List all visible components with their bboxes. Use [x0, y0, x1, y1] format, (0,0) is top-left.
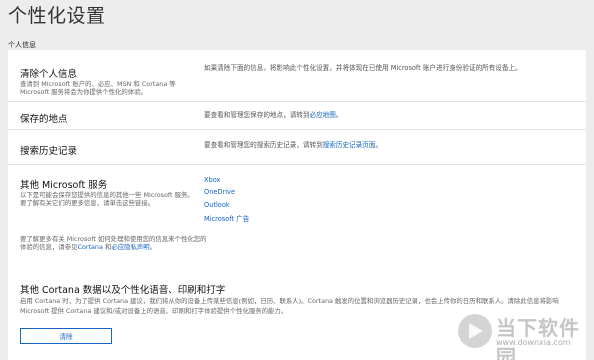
page-title: 个性化设置: [8, 5, 106, 27]
watermark-url: www.downxia.com: [496, 338, 571, 347]
play-logo-icon: [458, 314, 492, 348]
cortana-link[interactable]: Cortana: [78, 243, 103, 251]
saved-places-note: 要查看和管理您保存的地点，请转到必应地图。: [204, 111, 342, 120]
clear-button[interactable]: 清除: [20, 328, 112, 344]
clear-info-title: 清除个人信息: [20, 69, 78, 80]
search-history-link[interactable]: 搜索历史记录页面: [323, 141, 376, 149]
watermark-brand: 当下软件园: [496, 316, 580, 360]
saved-places-prefix: 要查看和管理您保存的地点，请转到: [204, 111, 310, 119]
clear-info-note: 如果清除下面的信息，将影响此个性化设置，并将体现在已使用 Microsoft 账…: [204, 64, 522, 72]
bing-privacy-link[interactable]: 必应隐私声明: [111, 243, 149, 251]
saved-places-title: 保存的地点: [20, 114, 68, 125]
section-label: 个人信息: [8, 41, 36, 49]
xbox-link[interactable]: Xbox: [204, 176, 220, 184]
clear-info-desc: 查清到 Microsoft 账户的、必应、MSN 和 Cortana 等 Mic…: [20, 80, 176, 96]
clear-info-row: 清除个人信息 查清到 Microsoft 账户的、必应、MSN 和 Cortan…: [8, 50, 586, 102]
saved-places-suffix: 。: [335, 111, 343, 119]
site-watermark: 当下软件园 www.downxia.com: [456, 292, 588, 360]
other-services-title: 其他 Microsoft 服务: [20, 180, 108, 191]
cortana-data-title: 其他 Cortana 数据以及个性化语音、印刷和打字: [20, 285, 226, 296]
search-history-note: 要查看和管理您的搜索历史记录，请转到搜索历史记录页面。: [204, 141, 382, 150]
microsoft-ads-link[interactable]: Microsoft 广告: [204, 213, 249, 223]
privacy-note: 要了解更多有关 Microsoft 如何处理和使用您的信息来个性化您的体验的信息…: [20, 235, 208, 251]
search-history-title: 搜索历史记录: [20, 146, 78, 157]
onedrive-link[interactable]: OneDrive: [204, 188, 235, 196]
privacy-note-suffix: 。: [149, 243, 157, 251]
search-history-suffix: 。: [375, 141, 383, 149]
search-history-prefix: 要查看和管理您的搜索历史记录，请转到: [204, 141, 323, 149]
outlook-link[interactable]: Outlook: [204, 201, 230, 209]
search-history-row: 搜索历史记录 要查看和管理您的搜索历史记录，请转到搜索历史记录页面。: [8, 130, 586, 165]
saved-places-row: 保存的地点 要查看和管理您保存的地点，请转到必应地图。: [8, 102, 586, 130]
other-services-desc: 以下是可能会保存您提供的信息的其他一些 Microsoft 服务。要了解有关它们…: [20, 191, 194, 207]
bing-maps-link[interactable]: 必应地图: [310, 111, 336, 119]
